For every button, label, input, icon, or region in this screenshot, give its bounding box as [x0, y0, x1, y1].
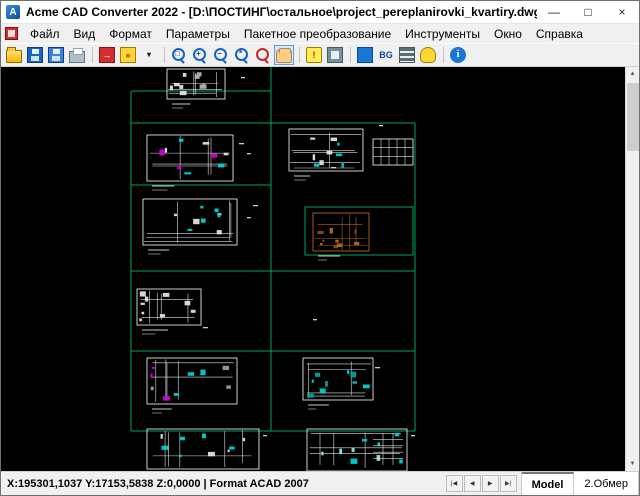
save-button[interactable] — [25, 45, 45, 65]
menu-format[interactable]: Формат — [102, 24, 159, 43]
maximize-button[interactable]: □ — [571, 1, 605, 23]
menu-bar: ФайлВидФорматПараметрыПакетное преобразо… — [1, 23, 639, 43]
toolbar: → » ▾ □ +−*! BG i — [1, 43, 639, 67]
toolbar-separator — [164, 47, 165, 63]
toolbar-separator — [350, 47, 351, 63]
save-icon — [27, 47, 43, 63]
zoom-out-icon: − — [213, 47, 229, 63]
vertical-scrollbar[interactable]: ▲ ▼ — [625, 67, 639, 471]
scroll-thumb[interactable] — [627, 83, 639, 151]
toolbar-separator — [92, 47, 93, 63]
save-all-icon — [48, 47, 64, 63]
convert-glyph: → — [100, 48, 114, 62]
menu-view[interactable]: Вид — [67, 24, 103, 43]
toolbar-separator — [299, 47, 300, 63]
status-bar: X:195301,1037 Y:17153,5838 Z:0,0000 | Fo… — [1, 471, 639, 495]
print-button[interactable] — [67, 45, 87, 65]
document-icon[interactable] — [5, 27, 18, 40]
zoom-extents-glyph: * — [231, 44, 250, 63]
about-glyph: i — [450, 47, 466, 63]
minimize-button[interactable]: — — [537, 1, 571, 23]
menu-help[interactable]: Справка — [529, 24, 590, 43]
main-area: ▲ ▼ — [1, 67, 639, 471]
bg-toggle-icon: BG — [377, 47, 395, 63]
tab-nav: |◀◀▶▶| — [442, 472, 521, 495]
zoom-previous-button[interactable] — [253, 45, 273, 65]
window-title: Acme CAD Converter 2022 - [D:\ПОСТИНГ\ос… — [26, 5, 537, 19]
menu-window[interactable]: Окно — [487, 24, 529, 43]
convert-options-glyph: ▾ — [145, 47, 154, 63]
measure-button[interactable]: ! — [304, 45, 324, 65]
layers-icon — [399, 47, 415, 63]
menu-batch-convert[interactable]: Пакетное преобразование — [237, 24, 398, 43]
pan-icon — [276, 49, 292, 63]
tab-nav-prev[interactable]: ◀ — [464, 475, 481, 492]
save-all-button[interactable] — [46, 45, 66, 65]
cad-canvas-svg — [1, 67, 625, 471]
pan-button[interactable] — [274, 45, 294, 65]
notifications-icon — [420, 47, 436, 63]
zoom-previous-icon — [255, 47, 271, 63]
layers-button[interactable] — [397, 45, 417, 65]
batch-convert-icon: » — [120, 47, 136, 63]
menu-options[interactable]: Параметры — [159, 24, 237, 43]
zoom-window-icon: □ — [171, 47, 187, 63]
clean-screen-button[interactable] — [325, 45, 345, 65]
about-button[interactable]: i — [448, 45, 468, 65]
zoom-extents-icon: * — [234, 47, 250, 63]
menu-tools[interactable]: Инструменты — [398, 24, 487, 43]
convert-button[interactable]: → — [97, 45, 117, 65]
zoom-in-icon: + — [192, 47, 208, 63]
scroll-up-icon[interactable]: ▲ — [626, 67, 640, 81]
bg-toggle-glyph: BG — [377, 47, 395, 63]
tab-nav-next[interactable]: ▶ — [482, 475, 499, 492]
zoom-in-button[interactable]: + — [190, 45, 210, 65]
measure-icon: ! — [306, 47, 322, 63]
convert-options-button[interactable]: ▾ — [139, 45, 159, 65]
zoom-window-glyph: □ — [168, 44, 187, 63]
cad-canvas[interactable] — [1, 67, 625, 471]
background-color-icon — [357, 47, 373, 63]
convert-icon: → — [99, 47, 115, 63]
clean-screen-icon — [327, 47, 343, 63]
open-button[interactable] — [4, 45, 24, 65]
measure-glyph: ! — [307, 48, 321, 62]
zoom-window-button[interactable]: □ — [169, 45, 189, 65]
zoom-out-glyph: − — [210, 44, 229, 63]
tabs: Model2.Обмер — [521, 472, 639, 495]
tab-nav-last[interactable]: ▶| — [500, 475, 517, 492]
menu-file[interactable]: Файл — [23, 24, 67, 43]
zoom-out-button[interactable]: − — [211, 45, 231, 65]
tab-nav-first[interactable]: |◀ — [446, 475, 463, 492]
zoom-extents-button[interactable]: * — [232, 45, 252, 65]
title-bar: A Acme CAD Converter 2022 - [D:\ПОСТИНГ\… — [1, 1, 639, 23]
toolbar-separator — [443, 47, 444, 63]
app-window: A Acme CAD Converter 2022 - [D:\ПОСТИНГ\… — [0, 0, 640, 496]
tab-strip: |◀◀▶▶| Model2.Обмер — [442, 472, 639, 495]
app-icon: A — [6, 5, 20, 19]
print-icon — [69, 51, 85, 63]
close-button[interactable]: × — [605, 1, 639, 23]
batch-convert-glyph: » — [121, 48, 135, 62]
zoom-in-glyph: + — [189, 44, 208, 63]
bg-toggle-button[interactable]: BG — [376, 45, 396, 65]
open-icon — [6, 50, 22, 63]
notifications-button[interactable] — [418, 45, 438, 65]
about-icon: i — [450, 47, 466, 63]
background-color-button[interactable] — [355, 45, 375, 65]
coordinates-readout: X:195301,1037 Y:17153,5838 Z:0,0000 | Fo… — [1, 472, 315, 495]
batch-convert-button[interactable]: » — [118, 45, 138, 65]
scroll-down-icon[interactable]: ▼ — [626, 457, 640, 471]
tab-obmer[interactable]: 2.Обмер — [574, 472, 639, 495]
tab-model[interactable]: Model — [522, 472, 575, 495]
convert-options-icon: ▾ — [145, 47, 154, 63]
